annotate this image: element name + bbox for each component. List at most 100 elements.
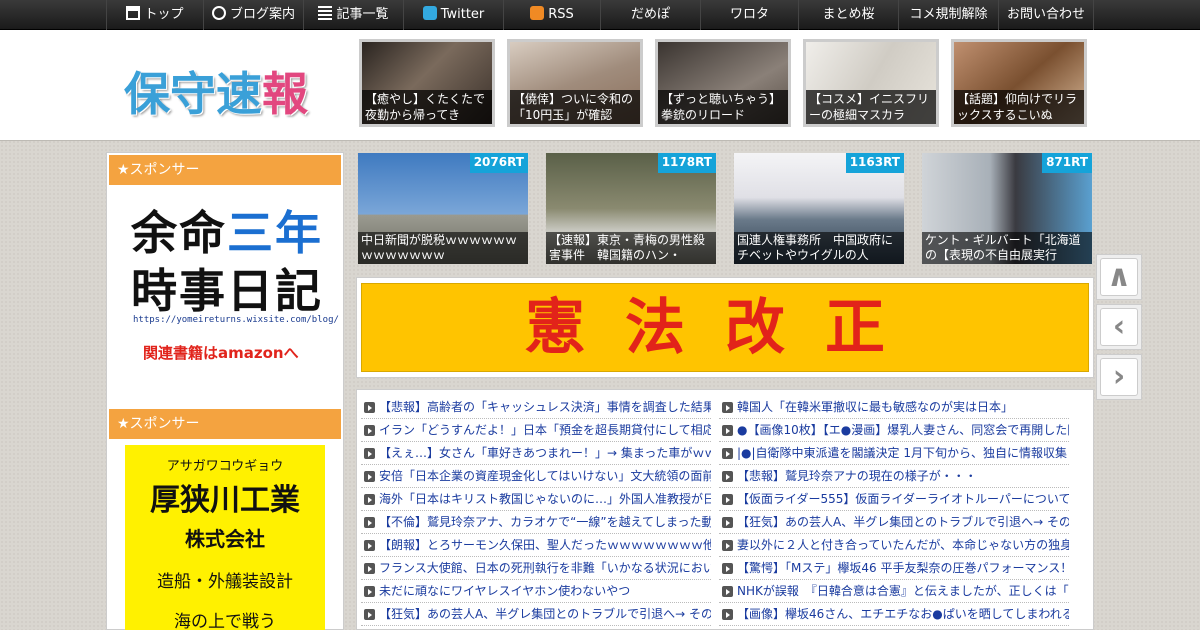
link-text: 【悲報】高齢者の「キャッシュレス決済」事情を調査した結果	[379, 400, 711, 414]
thumb-caption: 【癒やし】くたくたで夜勤から帰ってき	[362, 90, 492, 124]
list-item[interactable]: 【仮面ライダー555】仮面ライダーライオトルーパーについてか	[719, 488, 1069, 511]
ad-corp-type: 株式会社	[185, 527, 265, 551]
thumb-caption: 【コスメ】イニスフリーの極細マスカラ	[806, 90, 936, 124]
list-item[interactable]: 【狂気】あの芸人A、半グレ集団とのトラブルで引退へ→ その	[361, 603, 711, 626]
ad-amazon-link[interactable]: 関連書籍はamazonへ	[143, 342, 299, 363]
list-item[interactable]: 【驚愕】「Mステ」欅坂46 平手友梨奈の圧巻パフォーマンス！	[719, 557, 1069, 580]
list-item[interactable]: 【朗報】とろサーモン久保田、聖人だったｗｗｗｗｗｗｗｗ他	[361, 534, 711, 557]
link-text: ●【画像10枚】【エ●漫画】爆乳人妻さん、同窓会で再開した同	[737, 423, 1069, 437]
sidebar: ★スポンサー 余命三年 時事日記 https://yomeireturns.wi…	[106, 152, 344, 630]
ad-text: 余命	[131, 206, 227, 260]
link-text: 【えぇ…】女さん「車好きあつまれー！」→ 集まった車がｗｗ	[379, 446, 711, 460]
list-item[interactable]: フランス大使館、日本の死刑執行を非難「いかなる状況におい	[361, 557, 711, 580]
list-item[interactable]: ●【画像10枚】【エ●漫画】爆乳人妻さん、同窓会で再開した同	[719, 419, 1069, 442]
list-item[interactable]: 【狂気】あの芸人A、半グレ集団とのトラブルで引退へ→ その	[719, 511, 1069, 534]
list-item[interactable]: 安倍「日本企業の資産現金化してはいけない」文大統領の面前	[361, 465, 711, 488]
nav-item-matome-sakura[interactable]: まとめ桜	[798, 0, 898, 30]
prev-page-button[interactable]: ‹	[1096, 304, 1142, 350]
nav-item-blog-guide[interactable]: ブログ案内	[203, 0, 303, 30]
list-item[interactable]: 未だに頑なにワイヤレスイヤホン使わないやつ	[361, 580, 711, 603]
nav-label: コメ規制解除	[909, 7, 988, 22]
arrow-bullet-icon	[364, 448, 375, 459]
rt-count-badge: 1163RT	[845, 153, 904, 173]
sponsor-heading: ★スポンサー	[109, 409, 341, 439]
arrow-bullet-icon	[722, 517, 733, 528]
list-item[interactable]: 【悲報】鷲見玲奈アナの現在の様子が・・・	[719, 465, 1069, 488]
site-header: 保守速報 【癒やし】くたくたで夜勤から帰ってき 【僥倖】ついに令和の「10円玉」…	[0, 30, 1200, 141]
ad-slogan: 海の上で戦う	[174, 612, 276, 630]
rt-count-badge: 1178RT	[657, 153, 716, 173]
list-item[interactable]: NHKが誤報 『日韓合意は合憲』と伝えましたが、正しくは「	[719, 580, 1069, 603]
rt-card[interactable]: 1163RT 国連人権事務所 中国政府にチベットやウイグルの人	[734, 153, 904, 264]
chevron-left-icon: ‹	[1100, 308, 1138, 346]
logo-char: 守	[170, 67, 216, 121]
header-thumb-puppy[interactable]: 【話題】仰向けでリラックスするこいぬ	[951, 39, 1087, 127]
rt-count-badge: 2076RT	[469, 153, 528, 173]
arrow-bullet-icon	[364, 586, 375, 597]
next-page-button[interactable]: ›	[1096, 354, 1142, 400]
ad-asagawa-kogyo[interactable]: アサガワコウギョウ 厚狭川工業 株式会社 造船・外艤装設計 海の上で戦う	[125, 445, 325, 630]
nav-label: ブログ案内	[229, 7, 295, 22]
rt-card[interactable]: 2076RT 中日新聞が脱税ｗｗｗｗｗｗｗｗｗｗｗｗｗ	[358, 153, 528, 264]
logo-char: 報	[262, 67, 308, 121]
nav-item-damepo[interactable]: だめぽ	[600, 0, 700, 30]
arrow-bullet-icon	[722, 586, 733, 597]
site-logo[interactable]: 保守速報	[124, 58, 308, 124]
logo-char: 保	[124, 67, 170, 121]
link-text: 海外「日本はキリスト教国じゃないのに…」外国人准教授が日	[379, 492, 711, 506]
rt-count-badge: 871RT	[1042, 153, 1092, 173]
nav-item-rss[interactable]: RSS	[503, 0, 600, 30]
nav-item-warota[interactable]: ワロタ	[700, 0, 798, 30]
arrow-bullet-icon	[722, 540, 733, 551]
rt-card[interactable]: 1178RT 【速報】東京・青梅の男性殺害事件 韓国籍のハン・	[546, 153, 716, 264]
arrow-bullet-icon	[722, 471, 733, 482]
list-item[interactable]: イラン「どうすんだよ！」日本「預金を超長期貸付にして相応	[361, 419, 711, 442]
list-item[interactable]: 【不倫】鷲見玲奈アナ、カラオケで“一線”を越えてしまった動	[361, 511, 711, 534]
header-thumb-reload[interactable]: 【ずっと聴いちゃう】拳銃のリロード	[655, 39, 791, 127]
list-column-left: 【悲報】高齢者の「キャッシュレス決済」事情を調査した結果 イラン「どうすんだよ！…	[361, 396, 711, 626]
list-item[interactable]: 【悲報】高齢者の「キャッシュレス決済」事情を調査した結果	[361, 396, 711, 419]
arrow-bullet-icon	[722, 609, 733, 620]
ad-yomei-sannen[interactable]: 余命三年 時事日記 https://yomeireturns.wixsite.c…	[109, 189, 341, 375]
chevron-right-icon: ›	[1100, 358, 1138, 396]
arrow-bullet-icon	[364, 471, 375, 482]
rt-card[interactable]: 871RT ケント・ギルバート「北海道の【表現の不自由展実行	[922, 153, 1092, 264]
nav-item-comment-unblock[interactable]: コメ規制解除	[898, 0, 998, 30]
nav-item-top[interactable]: トップ	[106, 0, 203, 30]
link-text: 妻以外に２人と付き合っていたんだが、本命じゃない方の独身	[737, 538, 1069, 552]
list-item[interactable]: |●|自衛隊中東派遣を閣議決定 1月下旬から、独自に情報収集 ホ	[719, 442, 1069, 465]
header-thumb-coin[interactable]: 【僥倖】ついに令和の「10円玉」が確認	[507, 39, 643, 127]
header-thumb-mascara[interactable]: 【コスメ】イニスフリーの極細マスカラ	[803, 39, 939, 127]
nav-label: RSS	[548, 7, 574, 22]
nav-label: だめぽ	[630, 7, 670, 22]
link-text: 【画像】欅坂46さん、エチエチなお●ぱいを晒してしまわれるｗ	[737, 607, 1069, 621]
arrow-bullet-icon	[722, 563, 733, 574]
nav-item-twitter[interactable]: Twitter	[403, 0, 503, 30]
banner-text: 憲法改正	[361, 283, 1089, 372]
arrow-bullet-icon	[722, 448, 733, 459]
link-text: 【驚愕】「Mステ」欅坂46 平手友梨奈の圧巻パフォーマンス！	[737, 561, 1069, 575]
info-icon	[211, 6, 226, 20]
constitution-banner[interactable]: 憲法改正	[356, 277, 1094, 378]
card-caption: 国連人権事務所 中国政府にチベットやウイグルの人	[734, 232, 904, 264]
article-link-list: 【悲報】高齢者の「キャッシュレス決済」事情を調査した結果 イラン「どうすんだよ！…	[356, 389, 1094, 630]
nav-item-contact[interactable]: お問い合わせ	[998, 0, 1094, 30]
ad-url: https://yomeireturns.wixsite.com/blog/	[133, 315, 339, 325]
ad-title-line1: 余命三年	[131, 197, 323, 263]
nav-item-article-list[interactable]: 記事一覧	[303, 0, 403, 30]
nav-label: ワロタ	[729, 7, 769, 22]
thumb-caption: 【話題】仰向けでリラックスするこいぬ	[954, 90, 1084, 124]
link-text: 【仮面ライダー555】仮面ライダーライオトルーパーについてか	[737, 492, 1069, 506]
list-item[interactable]: 韓国人「在韓米軍撤収に最も敏感なのが実は日本」	[719, 396, 1069, 419]
nav-label: Twitter	[440, 7, 485, 22]
scroll-top-button[interactable]: ∧	[1096, 254, 1142, 300]
link-text: イラン「どうすんだよ！」日本「預金を超長期貸付にして相応	[379, 423, 711, 437]
list-item[interactable]: 【えぇ…】女さん「車好きあつまれー！」→ 集まった車がｗｗ	[361, 442, 711, 465]
arrow-bullet-icon	[364, 425, 375, 436]
list-item[interactable]: 妻以外に２人と付き合っていたんだが、本命じゃない方の独身	[719, 534, 1069, 557]
list-item[interactable]: 【画像】欅坂46さん、エチエチなお●ぱいを晒してしまわれるｗ	[719, 603, 1069, 626]
arrow-bullet-icon	[364, 517, 375, 528]
header-thumb-cat[interactable]: 【癒やし】くたくたで夜勤から帰ってき	[359, 39, 495, 127]
rss-icon	[530, 6, 545, 20]
list-item[interactable]: 海外「日本はキリスト教国じゃないのに…」外国人准教授が日	[361, 488, 711, 511]
